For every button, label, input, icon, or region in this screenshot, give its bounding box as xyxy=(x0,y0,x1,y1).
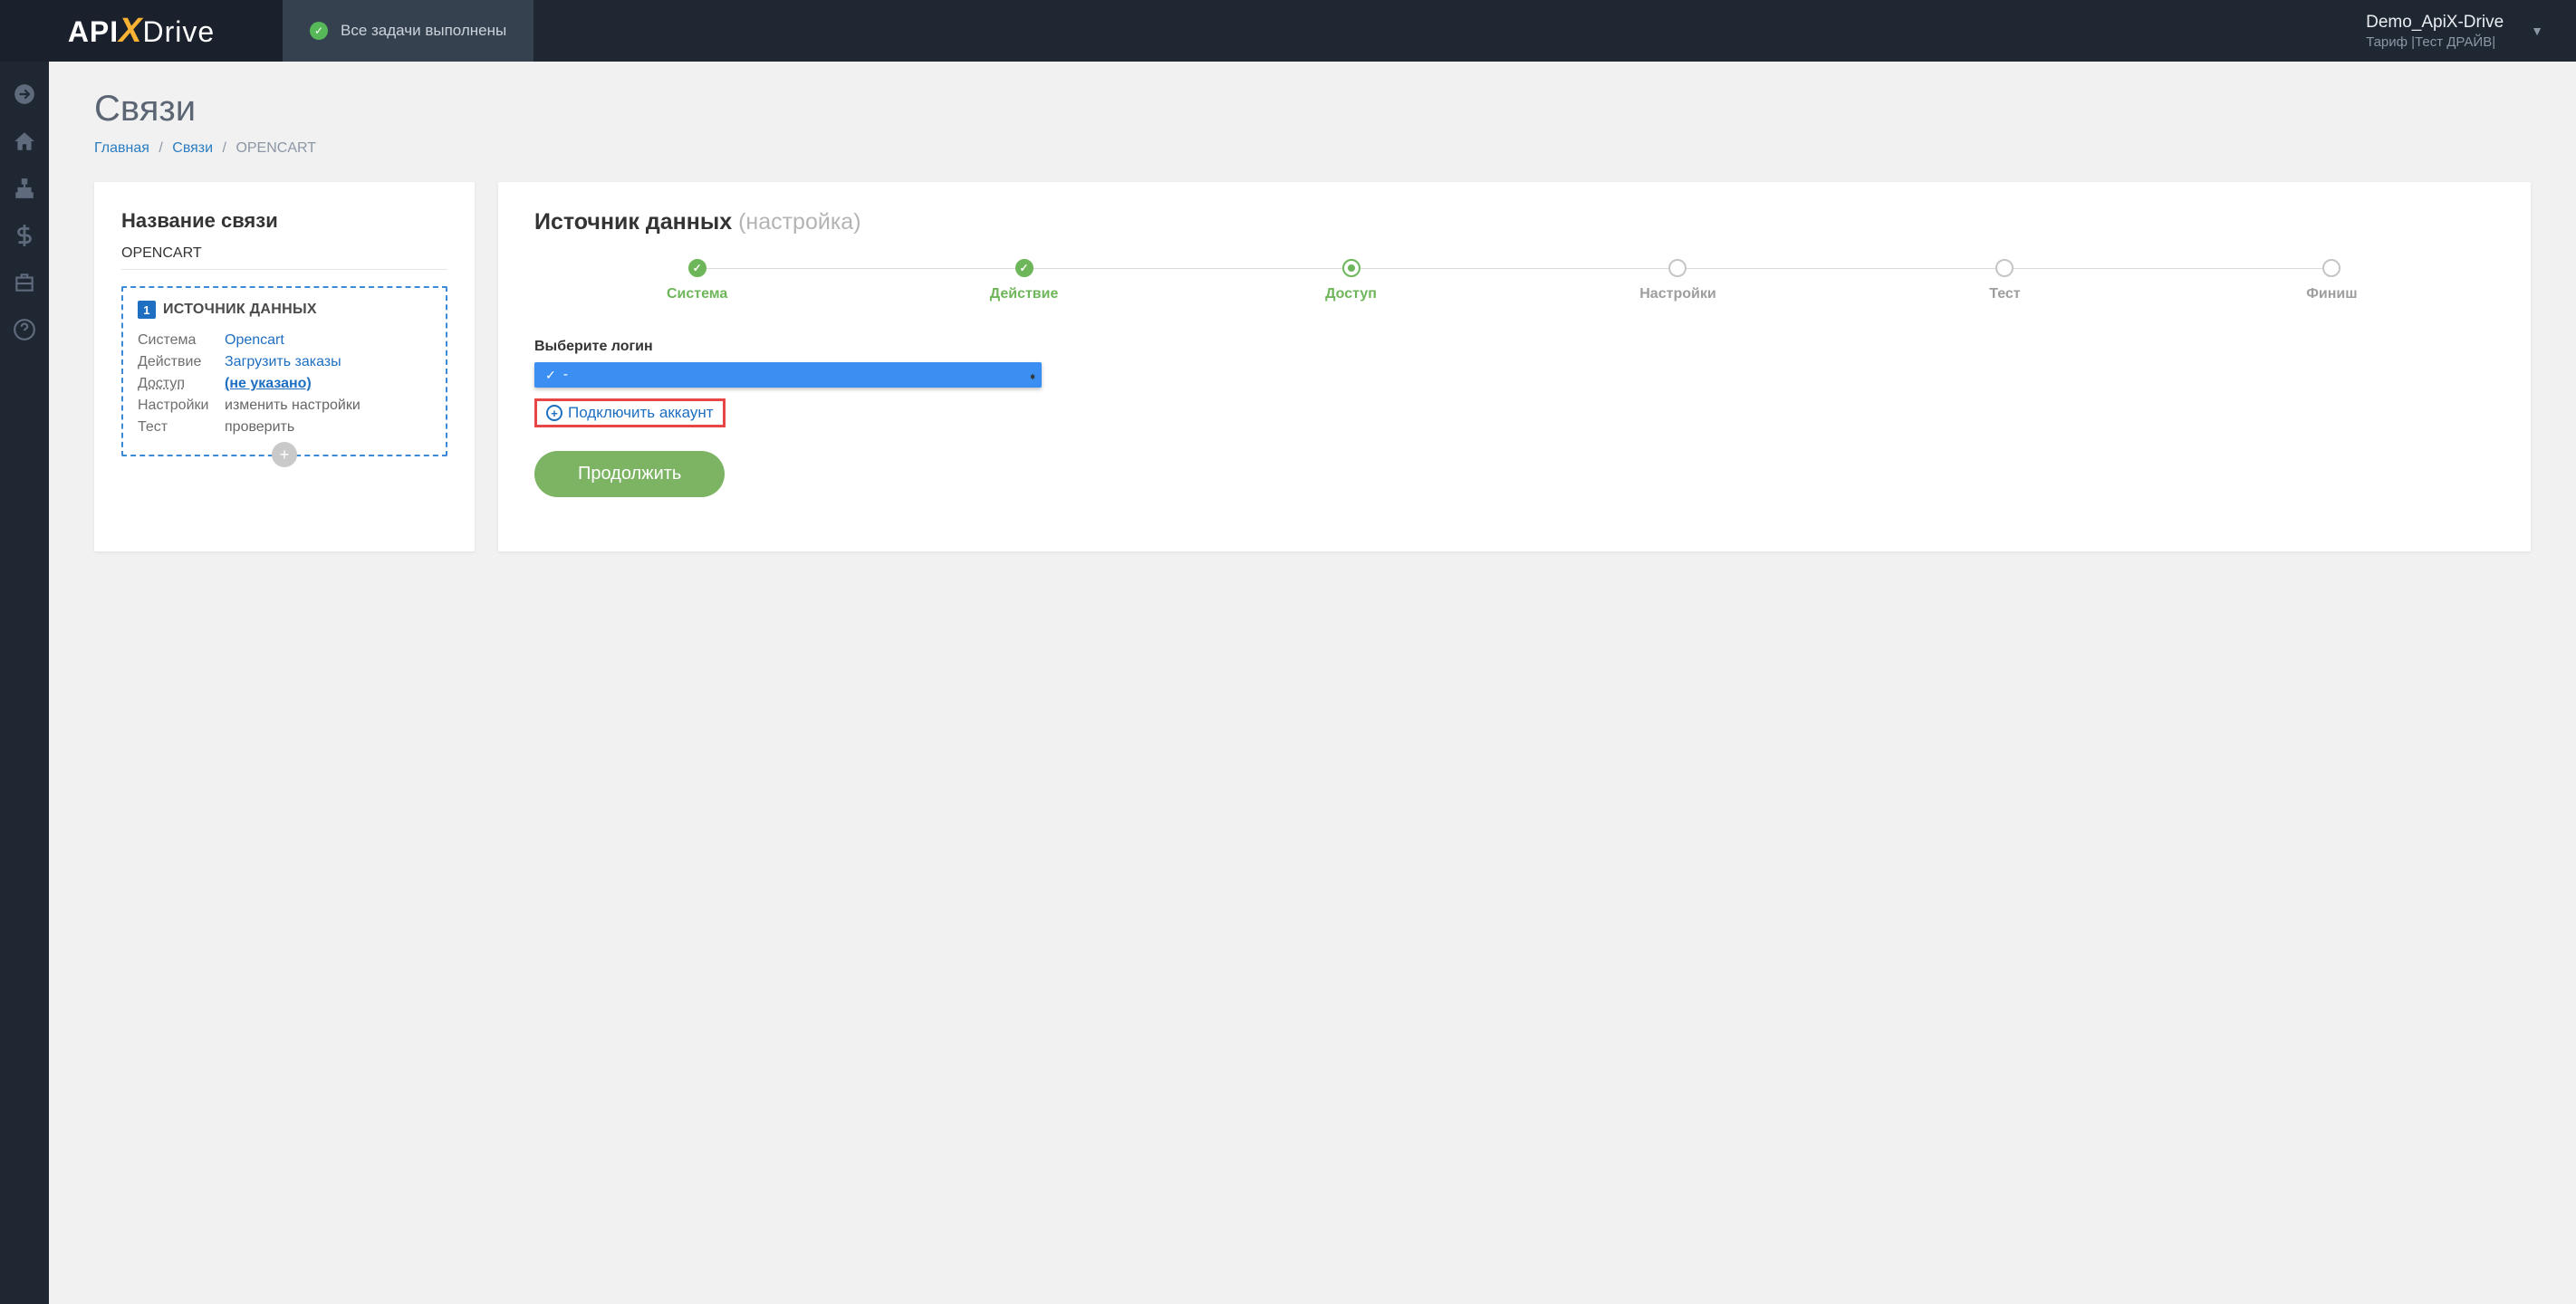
tasks-status: ✓ Все задачи выполнены xyxy=(283,0,533,62)
sidebar-dollar-icon[interactable] xyxy=(0,212,49,259)
account-name: Demo_ApiX-Drive xyxy=(2366,13,2504,33)
step-action[interactable]: Действие xyxy=(861,259,1187,302)
header-bar: APIXDrive ✓ Все задачи выполнены Demo_Ap… xyxy=(0,0,2576,62)
row-action-v[interactable]: Загрузить заказы xyxy=(225,354,341,370)
login-label: Выберите логин xyxy=(534,339,2494,355)
breadcrumb-home[interactable]: Главная xyxy=(94,140,149,156)
connection-panel: Название связи OPENCART 1 ИСТОЧНИК ДАННЫ… xyxy=(94,182,475,551)
step-settings[interactable]: Настройки xyxy=(1515,259,1841,302)
data-source-box: 1 ИСТОЧНИК ДАННЫХ СистемаOpencart Действ… xyxy=(121,286,447,456)
connection-name: OPENCART xyxy=(121,245,447,270)
logo-x: X xyxy=(119,12,142,50)
step-finish[interactable]: Финиш xyxy=(2169,259,2494,302)
config-panel: Источник данных (настройка) Система Дейс… xyxy=(498,182,2531,551)
check-icon: ✓ xyxy=(310,22,328,40)
account-tariff: Тариф |Тест ДРАЙВ| xyxy=(2366,34,2504,50)
logo-text-post: Drive xyxy=(143,15,216,48)
row-access-k: Доступ xyxy=(138,376,225,392)
chevron-down-icon: ▼ xyxy=(2531,24,2543,38)
row-settings-v[interactable]: изменить настройки xyxy=(225,398,360,414)
source-title-text: ИСТОЧНИК ДАННЫХ xyxy=(163,302,317,318)
row-test-k: Тест xyxy=(138,419,225,436)
breadcrumb-current: OPENCART xyxy=(235,140,316,156)
content: Связи Главная / Связи / OPENCART Названи… xyxy=(49,62,2576,1304)
stepper: Система Действие Доступ Настройки Тест Ф… xyxy=(534,259,2494,302)
connect-text: Подключить аккаунт xyxy=(568,404,714,422)
add-step-button[interactable]: + xyxy=(272,442,297,467)
row-access-v[interactable]: (не указано) xyxy=(225,376,312,392)
step-system[interactable]: Система xyxy=(534,259,860,302)
logo-text-pre: API xyxy=(68,15,119,48)
account-menu[interactable]: Demo_ApiX-Drive Тариф |Тест ДРАЙВ| ▼ xyxy=(2333,0,2576,62)
status-text: Все задачи выполнены xyxy=(341,22,506,40)
login-select[interactable]: ✓ - xyxy=(534,362,1042,388)
sidebar xyxy=(0,62,49,1304)
step-access[interactable]: Доступ xyxy=(1188,259,1514,302)
plus-circle-icon: + xyxy=(546,405,562,421)
row-system-k: Система xyxy=(138,332,225,349)
row-settings-k: Настройки xyxy=(138,398,225,414)
sidebar-sitemap-icon[interactable] xyxy=(0,165,49,212)
row-action-k: Действие xyxy=(138,354,225,370)
step-test[interactable]: Тест xyxy=(1842,259,2167,302)
check-icon: ✓ xyxy=(545,368,556,383)
continue-button[interactable]: Продолжить xyxy=(534,451,725,497)
sidebar-briefcase-icon[interactable] xyxy=(0,259,49,306)
row-system-v[interactable]: Opencart xyxy=(225,332,284,349)
config-title: Источник данных (настройка) xyxy=(534,209,2494,235)
connect-account-link[interactable]: + Подключить аккаунт xyxy=(534,398,726,427)
sidebar-home-icon[interactable] xyxy=(0,118,49,165)
logo[interactable]: APIXDrive xyxy=(0,0,283,62)
connection-title: Название связи xyxy=(121,209,447,233)
badge-1: 1 xyxy=(138,301,156,319)
breadcrumb-links[interactable]: Связи xyxy=(172,140,213,156)
sidebar-enter-icon[interactable] xyxy=(0,71,49,118)
breadcrumb: Главная / Связи / OPENCART xyxy=(94,140,2531,157)
sidebar-help-icon[interactable] xyxy=(0,306,49,353)
row-test-v[interactable]: проверить xyxy=(225,419,294,436)
select-value: - xyxy=(563,367,568,383)
page-title: Связи xyxy=(94,89,2531,129)
